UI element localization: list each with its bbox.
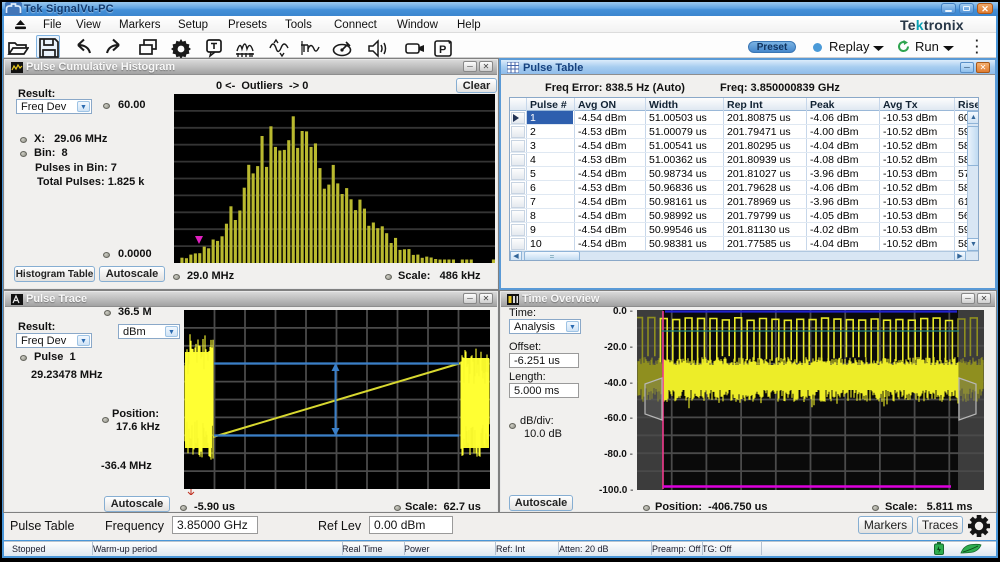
svg-text:P: P [439,44,446,56]
